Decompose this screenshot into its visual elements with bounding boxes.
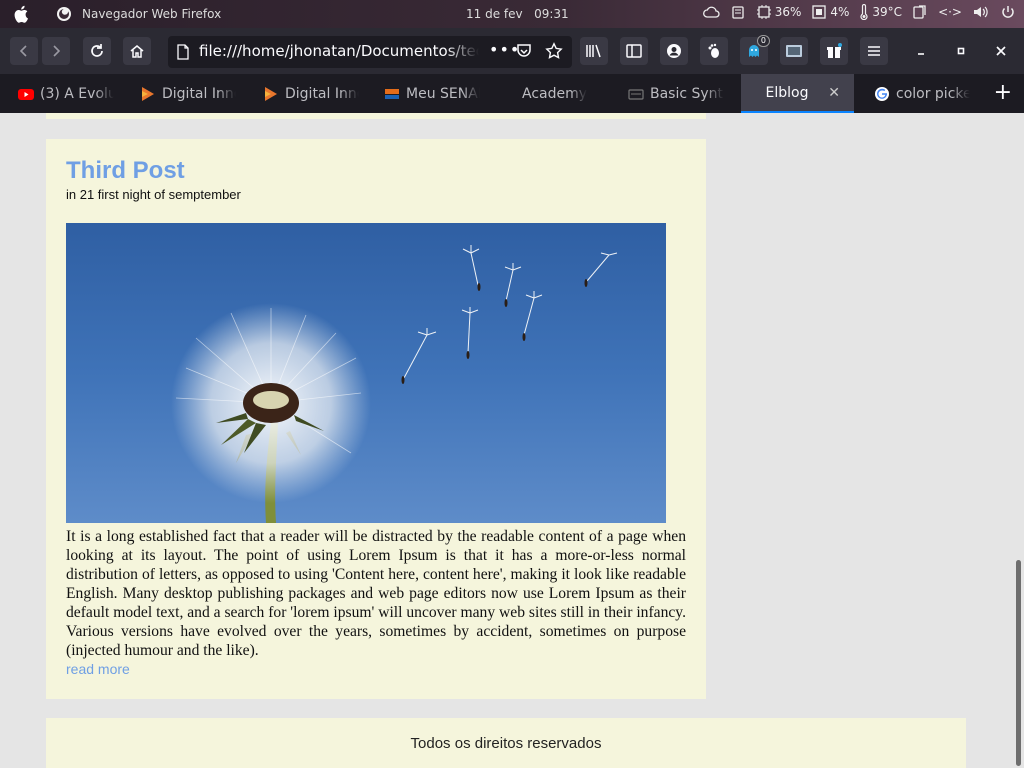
page-viewport: Third Post in 21 first night of semptemb… bbox=[0, 113, 1024, 768]
tab-label: color picker bbox=[896, 85, 970, 102]
tab-youtube[interactable]: (3) A Evolução bbox=[18, 74, 114, 113]
post-body: It is a long established fact that a rea… bbox=[66, 528, 686, 659]
gnome-foot-icon bbox=[708, 43, 719, 58]
post-meta: in 21 first night of semptember bbox=[66, 187, 241, 202]
sidebar-button[interactable] bbox=[620, 37, 648, 65]
dio-icon bbox=[265, 86, 277, 101]
account-icon bbox=[667, 44, 681, 58]
screen-mirror-icon[interactable] bbox=[912, 4, 928, 20]
temperature-value: 39°C bbox=[872, 5, 903, 19]
reload-icon bbox=[91, 44, 103, 57]
youtube-icon bbox=[18, 88, 34, 100]
google-icon bbox=[875, 86, 889, 101]
cpu-indicator[interactable]: 36% bbox=[756, 4, 802, 20]
tab-digital-innovation-2[interactable]: Digital Innovation One bbox=[263, 74, 359, 113]
system-top-bar: Navegador Web Firefox 11 de fev 09:31 36… bbox=[0, 0, 1024, 28]
hamburger-menu-icon bbox=[868, 46, 880, 56]
tab-label: Meu SENAI bbox=[406, 85, 480, 102]
back-arrow-icon bbox=[19, 45, 27, 57]
home-button[interactable] bbox=[123, 37, 151, 65]
cpu-value: 36% bbox=[774, 5, 802, 19]
thermometer-icon bbox=[860, 4, 868, 20]
tab-digital-innovation-1[interactable]: Digital Innovation One bbox=[140, 74, 236, 113]
minimize-icon bbox=[918, 53, 924, 55]
cloud-icon[interactable] bbox=[702, 5, 720, 19]
time-label: 09:31 bbox=[534, 7, 569, 21]
tab-close-icon[interactable]: ✕ bbox=[828, 85, 840, 101]
forward-arrow-icon bbox=[53, 45, 61, 57]
screenshot-extension-button[interactable] bbox=[780, 37, 808, 65]
post-card: Third Post in 21 first night of semptemb… bbox=[46, 139, 706, 699]
system-tray: 36% 4% 39°C <·> bbox=[702, 4, 1016, 20]
tab-label: Basic Syntax bbox=[650, 85, 724, 102]
tab-elblog[interactable]: Elblog ✕ bbox=[741, 74, 854, 113]
close-icon bbox=[996, 46, 1006, 56]
close-window-button[interactable] bbox=[987, 37, 1015, 65]
network-indicator[interactable]: <·> bbox=[938, 5, 962, 19]
cpu-icon bbox=[756, 5, 771, 19]
senai-icon bbox=[385, 88, 399, 99]
gnome-extension-button[interactable] bbox=[700, 37, 728, 65]
clipboard-icon[interactable] bbox=[730, 4, 746, 20]
gift-icon bbox=[827, 43, 842, 58]
date-label: 11 de fev bbox=[466, 7, 523, 21]
tab-strip: (3) A Evolução Digital Innovation One Di… bbox=[0, 74, 1024, 113]
browser-toolbar: file:///home/jhonatan/Documentos/tecblog… bbox=[0, 28, 1024, 74]
tab-label: Academy bbox=[522, 85, 588, 102]
footer-text: Todos os direitos reservados bbox=[410, 735, 602, 752]
tab-label: Digital Innovation One bbox=[285, 85, 359, 102]
ghostery-extension-button[interactable]: 0 bbox=[740, 35, 770, 65]
dio-icon bbox=[142, 86, 154, 101]
memory-indicator[interactable]: 4% bbox=[811, 4, 849, 20]
basic-syntax-icon bbox=[628, 88, 644, 100]
account-button[interactable] bbox=[660, 37, 688, 65]
previous-post-card bbox=[46, 113, 706, 119]
memory-value: 4% bbox=[830, 5, 850, 19]
maximize-window-button[interactable] bbox=[947, 37, 975, 65]
library-icon bbox=[586, 44, 601, 58]
temperature-indicator[interactable]: 39°C bbox=[859, 4, 902, 20]
back-button[interactable] bbox=[10, 37, 38, 65]
page-scrollbar[interactable] bbox=[1013, 113, 1024, 768]
screen-icon bbox=[786, 45, 802, 57]
address-bar[interactable]: file:///home/jhonatan/Documentos/tecblog… bbox=[168, 36, 572, 68]
tab-academy[interactable]: Academy bbox=[522, 74, 618, 113]
tab-label: Elblog bbox=[765, 84, 809, 101]
firefox-app-icon bbox=[57, 7, 71, 21]
pocket-icon[interactable] bbox=[515, 42, 533, 60]
read-more-link[interactable]: read more bbox=[66, 661, 130, 677]
bookmark-star-icon[interactable] bbox=[545, 42, 563, 60]
tab-basic-syntax[interactable]: Basic Syntax bbox=[628, 74, 724, 113]
page-footer: Todos os direitos reservados bbox=[46, 718, 966, 768]
minimize-window-button[interactable] bbox=[907, 37, 935, 65]
post-image bbox=[66, 223, 666, 523]
extension-badge: 0 bbox=[756, 35, 770, 47]
dandelion-photo bbox=[66, 223, 666, 523]
forward-button[interactable] bbox=[42, 37, 70, 65]
tab-label: (3) A Evolução bbox=[40, 85, 114, 102]
memory-icon bbox=[812, 5, 827, 19]
tab-color-picker[interactable]: color picker bbox=[874, 74, 970, 113]
scrollbar-thumb[interactable] bbox=[1016, 560, 1021, 766]
reload-button[interactable] bbox=[83, 37, 111, 65]
tab-meu-senai[interactable]: Meu SENAI bbox=[384, 74, 480, 113]
volume-icon[interactable] bbox=[972, 4, 990, 20]
tab-label: Digital Innovation One bbox=[162, 85, 236, 102]
app-menu-button[interactable] bbox=[860, 37, 888, 65]
apple-logo-icon[interactable] bbox=[14, 5, 30, 23]
post-title[interactable]: Third Post bbox=[66, 157, 185, 185]
clock[interactable]: 11 de fev 09:31 bbox=[466, 7, 569, 21]
active-app-name: Navegador Web Firefox bbox=[82, 7, 222, 21]
new-tab-button[interactable]: + bbox=[994, 82, 1012, 104]
home-icon bbox=[130, 45, 144, 58]
maximize-icon bbox=[957, 47, 965, 55]
url-text[interactable]: file:///home/jhonatan/Documentos/tecblog… bbox=[199, 42, 479, 60]
page-file-icon[interactable] bbox=[176, 44, 190, 60]
library-button[interactable] bbox=[580, 37, 608, 65]
sidebar-icon bbox=[626, 44, 642, 58]
power-icon[interactable] bbox=[1000, 4, 1016, 20]
gift-extension-button[interactable] bbox=[820, 37, 848, 65]
